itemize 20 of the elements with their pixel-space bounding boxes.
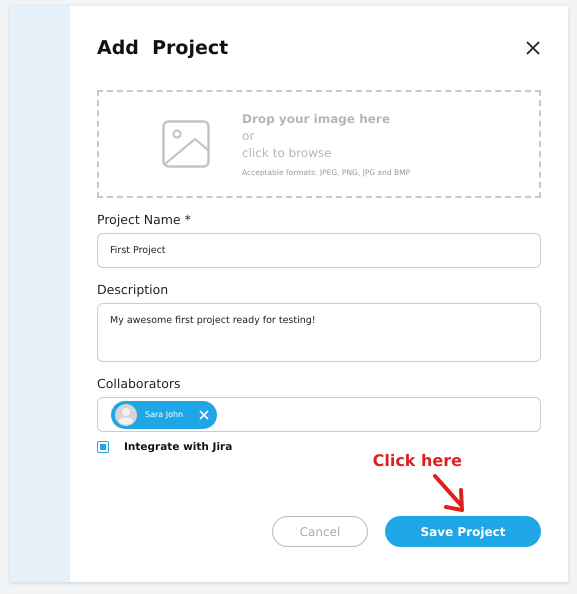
save-button[interactable]: Save Project — [385, 516, 541, 547]
field-label: Project Name * — [97, 212, 192, 227]
collaborators-field[interactable]: Sara John — [97, 397, 541, 432]
checkbox[interactable] — [97, 441, 109, 453]
checkbox-label: Integrate with Jira — [124, 441, 232, 453]
separator-text: or — [242, 128, 256, 145]
remove-icon[interactable] — [199, 410, 210, 420]
annotation-text: Click here — [372, 451, 462, 470]
image-icon — [162, 120, 210, 168]
field-label: Collaborators — [97, 376, 182, 391]
close-icon[interactable] — [526, 41, 540, 55]
dialog-title: Add Project — [97, 37, 228, 59]
cancel-button[interactable]: Cancel — [272, 516, 368, 547]
field-label: Description — [97, 282, 170, 297]
drop-prompt: Drop your image here — [242, 111, 391, 128]
avatar-icon — [115, 404, 137, 426]
input-field[interactable]: First Project — [97, 233, 541, 268]
description-field[interactable]: My awesome first project ready for testing! — [97, 303, 541, 362]
collaborator-chip[interactable]: Sara John — [111, 400, 218, 428]
browse-link[interactable]: click to browse — [242, 145, 410, 162]
